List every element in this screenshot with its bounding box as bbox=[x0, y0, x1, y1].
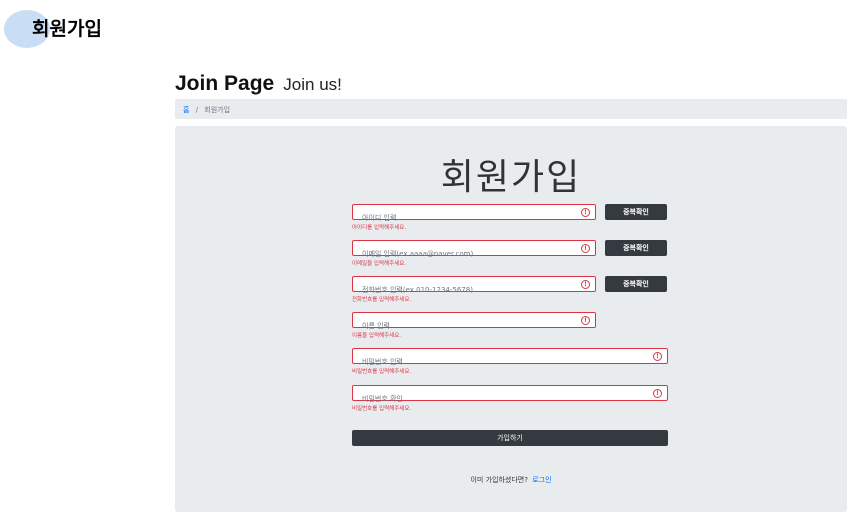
page-heading-main: Join Page bbox=[175, 72, 275, 95]
password-confirm-feedback: 비밀번호를 입력해주세요. bbox=[352, 406, 412, 412]
email-feedback: 이메일을 입력해주세요. bbox=[352, 261, 407, 267]
id-check-button[interactable]: 중복확인 bbox=[605, 204, 667, 220]
signup-panel: 회원가입 ! 중복확인 아이디를 입력해주세요. ! 중복확인 이메일을 입력해… bbox=[175, 126, 847, 512]
phone-field: ! bbox=[352, 276, 596, 297]
email-field: ! bbox=[352, 240, 596, 261]
site-title: 회원가입 bbox=[32, 18, 102, 40]
form-title: 회원가입 bbox=[440, 157, 582, 198]
login-prompt-text: 이미 가입하셨다면? bbox=[470, 476, 528, 484]
exclamation-circle-icon: ! bbox=[653, 352, 662, 361]
exclamation-circle-icon: ! bbox=[653, 389, 662, 398]
name-field: ! bbox=[352, 312, 596, 333]
breadcrumb-separator: / bbox=[195, 106, 199, 114]
password-feedback: 비밀번호를 입력해주세요. bbox=[352, 369, 412, 375]
page-heading-sub: Join us! bbox=[283, 75, 342, 94]
login-prompt-line: 이미 가입하셨다면? 로그인 bbox=[175, 475, 847, 485]
exclamation-circle-icon: ! bbox=[581, 208, 590, 217]
phone-feedback: 전화번호를 입력해주세요. bbox=[352, 297, 412, 303]
id-field: ! bbox=[352, 204, 596, 225]
breadcrumb-current: 회원가입 bbox=[204, 106, 231, 114]
id-feedback: 아이디를 입력해주세요. bbox=[352, 225, 407, 231]
exclamation-circle-icon: ! bbox=[581, 280, 590, 289]
page-heading: Join Page Join us! bbox=[175, 72, 342, 96]
signup-submit-button[interactable]: 가입하기 bbox=[352, 430, 668, 446]
phone-check-button[interactable]: 중복확인 bbox=[605, 276, 667, 292]
login-link[interactable]: 로그인 bbox=[532, 476, 551, 484]
password-field: ! bbox=[352, 348, 668, 369]
breadcrumb-home-link[interactable]: 홈 bbox=[183, 106, 189, 114]
email-check-button[interactable]: 중복확인 bbox=[605, 240, 667, 256]
exclamation-circle-icon: ! bbox=[581, 244, 590, 253]
breadcrumb: 홈 / 회원가입 bbox=[175, 99, 847, 119]
password-confirm-field: ! bbox=[352, 385, 668, 406]
exclamation-circle-icon: ! bbox=[581, 316, 590, 325]
name-feedback: 이름을 입력해주세요. bbox=[352, 333, 402, 339]
